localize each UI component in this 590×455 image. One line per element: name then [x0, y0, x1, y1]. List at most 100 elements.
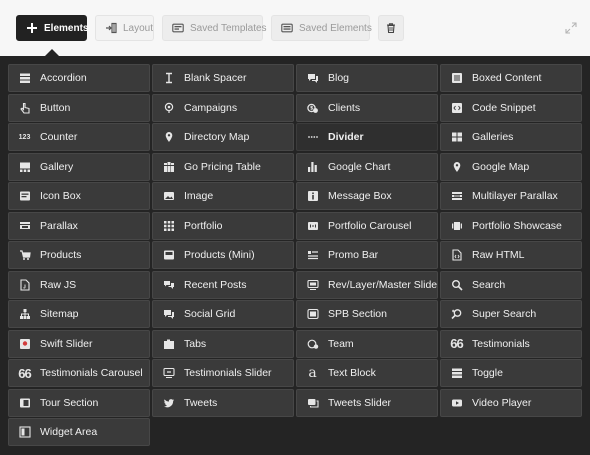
parallax-icon: [18, 219, 31, 232]
element-tile-label: Google Map: [472, 160, 530, 173]
blog-icon: [306, 72, 319, 85]
element-tile-label: Directory Map: [184, 131, 250, 143]
quote-carousel-icon: 66: [18, 367, 32, 380]
clear-button[interactable]: [378, 15, 404, 41]
element-tile[interactable]: Multilayer Parallax: [440, 182, 582, 210]
element-tile[interactable]: Team: [296, 329, 438, 358]
element-tile[interactable]: SPB Section: [296, 300, 438, 328]
element-tile[interactable]: Directory Map: [152, 123, 294, 151]
saved-elements-tab[interactable]: Saved Elements: [271, 15, 372, 41]
element-tile[interactable]: Blog: [296, 64, 438, 92]
builder-toolbar: Elements Layout Saved Templates Saved El…: [0, 0, 590, 56]
element-tile-label: Blank Spacer: [184, 72, 247, 84]
element-tile-label: Tweets: [184, 396, 218, 409]
element-tile[interactable]: Portfolio Carousel: [296, 211, 438, 240]
twitter-bird-icon: [162, 396, 175, 409]
layout-tab[interactable]: Layout: [95, 15, 154, 41]
spacer-icon: [162, 72, 175, 85]
element-tile-label: Go Pricing Table: [184, 160, 261, 173]
code-icon: [450, 101, 463, 114]
element-tile[interactable]: 66 Testimonials Carousel: [8, 359, 150, 387]
element-tile[interactable]: Recent Posts: [152, 270, 294, 299]
location-pin-icon: [450, 160, 463, 173]
element-tile-label: Super Search: [472, 308, 537, 320]
element-tile[interactable]: 66 Testimonials: [440, 329, 582, 358]
element-tile[interactable]: Icon Box: [8, 182, 150, 210]
element-tile[interactable]: Go Pricing Table: [152, 152, 294, 181]
element-tile[interactable]: Button: [8, 93, 150, 122]
element-tile[interactable]: Testimonials Slider: [152, 359, 294, 387]
element-tile[interactable]: Tour Section: [8, 388, 150, 417]
image-icon: [162, 190, 175, 203]
element-tile[interactable]: Widget Area: [8, 418, 150, 446]
icon-box-icon: [18, 190, 31, 203]
info-icon: [306, 190, 319, 203]
element-tile-label: Social Grid: [184, 308, 236, 320]
element-tile[interactable]: Galleries: [440, 123, 582, 151]
element-tile[interactable]: Video Player: [440, 388, 582, 417]
element-tile-label: Tweets Slider: [328, 396, 392, 409]
element-tile[interactable]: Tweets Slider: [296, 388, 438, 417]
pointer-hand-icon: [18, 101, 31, 114]
element-tile-label: Testimonials Slider: [184, 367, 272, 379]
element-tile[interactable]: Sitemap: [8, 300, 150, 328]
element-tile-label: Testimonials Carousel: [40, 367, 143, 379]
element-tile[interactable]: Portfolio Showcase: [440, 211, 582, 240]
element-tile-label: Tabs: [184, 337, 207, 350]
element-tile-label: Portfolio Carousel: [328, 219, 412, 232]
element-tile-label: Recent Posts: [184, 278, 247, 291]
element-tile[interactable]: Google Chart: [296, 152, 438, 181]
element-tile-label: Search: [472, 278, 506, 291]
element-tile[interactable]: Raw HTML: [440, 241, 582, 269]
element-tile[interactable]: Search: [440, 270, 582, 299]
element-tile[interactable]: Products: [8, 241, 150, 269]
element-tile-label: Button: [40, 101, 71, 114]
element-tile-label: Accordion: [40, 72, 87, 84]
carousel-icon: [306, 219, 319, 232]
element-tile[interactable]: Parallax: [8, 211, 150, 240]
element-tile[interactable]: Rev/Layer/Master Slider: [296, 270, 438, 299]
element-tile[interactable]: Swift Slider: [8, 329, 150, 358]
element-tile[interactable]: Promo Bar: [296, 241, 438, 269]
element-tile-label: Products: [40, 249, 82, 261]
super-search-icon: [450, 308, 463, 321]
element-tile[interactable]: Super Search: [440, 300, 582, 328]
file-code-icon: [450, 249, 463, 262]
element-tile-label: Google Chart: [328, 160, 391, 173]
element-tile[interactable]: Raw JS: [8, 270, 150, 299]
element-tile[interactable]: 123 Counter: [8, 123, 150, 151]
element-tile[interactable]: Social Grid: [152, 300, 294, 328]
element-tile-label: Gallery: [40, 160, 74, 173]
element-tile[interactable]: Campaigns: [152, 93, 294, 122]
quote-icon-glyph: 66: [450, 336, 464, 351]
element-tile-label: Parallax: [40, 219, 78, 232]
tabs-icon: [162, 337, 175, 350]
element-tile[interactable]: Divider: [296, 123, 438, 151]
fullscreen-button[interactable]: [562, 19, 580, 37]
element-tile[interactable]: Tweets: [152, 388, 294, 417]
element-tile[interactable]: Image: [152, 182, 294, 210]
element-tile[interactable]: Google Map: [440, 152, 582, 181]
elements-tab-label: Elements: [44, 22, 89, 34]
saved-templates-tab[interactable]: Saved Templates: [162, 15, 267, 41]
element-tile-label: Toggle: [472, 367, 503, 379]
element-tile[interactable]: Blank Spacer: [152, 64, 294, 92]
element-tile[interactable]: $ Clients: [296, 93, 438, 122]
element-tile-label: Boxed Content: [472, 72, 542, 84]
elements-tab[interactable]: Elements: [16, 15, 89, 41]
text-block-icon: a: [306, 366, 319, 380]
element-tile[interactable]: Products (Mini): [152, 241, 294, 269]
element-tile[interactable]: Message Box: [296, 182, 438, 210]
element-tile[interactable]: Gallery: [8, 152, 150, 181]
element-tile[interactable]: Tabs: [152, 329, 294, 358]
saved-elements-label: Saved Elements: [299, 22, 372, 34]
element-tile[interactable]: Accordion: [8, 64, 150, 92]
element-tile[interactable]: a Text Block: [296, 359, 438, 387]
element-tile[interactable]: Code Snippet: [440, 93, 582, 122]
quote-icon: 66: [450, 336, 464, 351]
element-tile[interactable]: Boxed Content: [440, 64, 582, 92]
element-tile[interactable]: Portfolio: [152, 211, 294, 240]
element-tile-label: Campaigns: [184, 101, 238, 114]
element-tile-label: Promo Bar: [328, 249, 379, 261]
element-tile[interactable]: Toggle: [440, 359, 582, 387]
